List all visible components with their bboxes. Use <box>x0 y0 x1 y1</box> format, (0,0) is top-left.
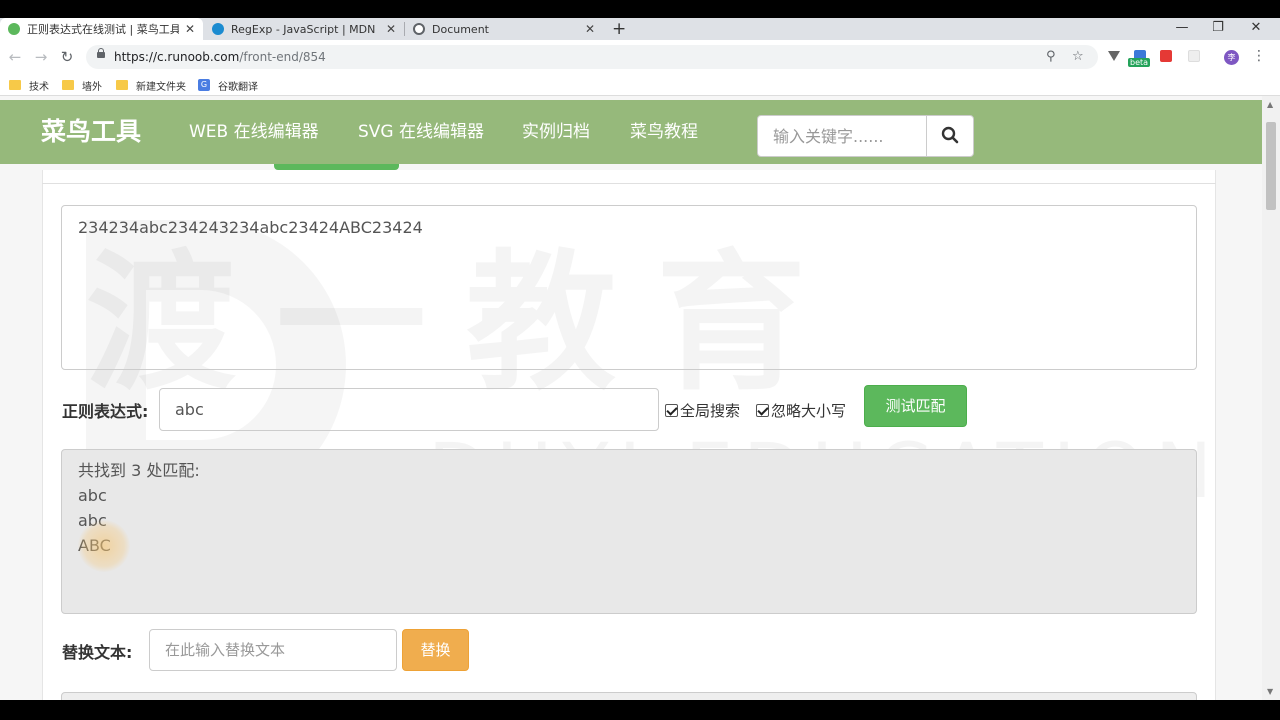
replace-input[interactable] <box>149 629 397 671</box>
result-match: abc <box>78 486 107 505</box>
bookmark-label: 新建文件夹 <box>136 81 186 93</box>
avatar[interactable]: 李 <box>1224 50 1239 65</box>
tab-strip: 正则表达式在线测试 | 菜鸟工具 ✕ RegExp - JavaScript |… <box>0 18 1280 40</box>
bookmark-google-translate[interactable]: G 谷歌翻译 <box>198 78 258 93</box>
site-header: 菜鸟工具 WEB 在线编辑器 SVG 在线编辑器 实例归档 菜鸟教程 <box>0 100 1262 164</box>
scroll-up-icon[interactable]: ▲ <box>1267 100 1273 109</box>
bookmark-folder-tech[interactable]: 技术 <box>9 78 49 93</box>
bookmark-label: 技术 <box>29 81 49 93</box>
url-path: /front-end/854 <box>239 50 326 64</box>
checkbox-label: 忽略大小写 <box>771 402 847 420</box>
panel-divider <box>42 183 1216 184</box>
address-bar[interactable]: https://c.runoob.com/front-end/854 ⚲ ☆ <box>86 45 1098 69</box>
menu-kebab-icon[interactable]: ⋮ <box>1252 48 1266 64</box>
screen-bottom-edge <box>0 700 1280 720</box>
test-match-button[interactable]: 测试匹配 <box>864 385 967 427</box>
search-input[interactable] <box>758 116 926 156</box>
regex-input[interactable] <box>159 388 659 431</box>
tab-label: 正则表达式在线测试 | 菜鸟工具 <box>27 23 179 36</box>
tab-document[interactable]: Document ✕ <box>405 18 603 40</box>
bookmark-star-icon[interactable]: ☆ <box>1072 49 1084 64</box>
runoob-favicon-icon <box>8 23 20 35</box>
nav-svg-editor[interactable]: SVG 在线编辑器 <box>358 100 484 164</box>
replace-button[interactable]: 替换 <box>402 629 469 671</box>
url-host: https://c.runoob.com <box>114 50 240 64</box>
google-translate-icon: G <box>198 79 210 91</box>
beta-badge: beta <box>1128 58 1151 67</box>
zoom-icon[interactable]: ⚲ <box>1046 49 1056 64</box>
folder-icon <box>62 80 74 90</box>
browser-toolbar: ← → ↻ https://c.runoob.com/front-end/854… <box>0 40 1280 74</box>
extension-blank-icon[interactable] <box>1188 50 1200 62</box>
tab-label: Document <box>432 22 489 36</box>
back-arrow-icon[interactable]: ← <box>4 46 26 68</box>
ignore-case-checkbox[interactable]: 忽略大小写 <box>756 400 846 421</box>
close-icon[interactable]: ✕ <box>386 22 396 36</box>
nav-examples[interactable]: 实例归档 <box>522 100 590 164</box>
close-window-button[interactable]: ✕ <box>1238 18 1274 40</box>
tab-label: RegExp - JavaScript | MDN <box>231 22 376 36</box>
tab-mdn-regexp[interactable]: RegExp - JavaScript | MDN ✕ <box>204 18 404 40</box>
page-viewport: 渡一教育 DUYI EDUCATION 正则表达式: 全局搜索 忽略大小写 测试… <box>0 96 1262 700</box>
new-tab-button[interactable]: + <box>612 18 626 40</box>
lock-icon <box>97 48 105 58</box>
checkbox-label: 全局搜索 <box>680 402 741 420</box>
match-result-area[interactable]: 共找到 3 处匹配: abc abc ABC <box>61 449 1197 614</box>
forward-arrow-icon[interactable]: → <box>30 46 52 68</box>
scroll-down-icon[interactable]: ▼ <box>1267 687 1273 696</box>
url-text[interactable]: https://c.runoob.com/front-end/854 <box>114 45 326 69</box>
page-scrollbar[interactable]: ▲ ▼ <box>1262 96 1280 700</box>
close-icon[interactable]: ✕ <box>585 22 595 36</box>
search-button[interactable] <box>926 116 973 156</box>
minimize-button[interactable]: — <box>1164 18 1200 40</box>
checkbox-checked-icon[interactable] <box>665 404 678 417</box>
site-search <box>757 115 974 157</box>
reload-icon[interactable]: ↻ <box>56 46 78 68</box>
bookmark-folder-wall[interactable]: 墙外 <box>62 78 102 93</box>
bookmark-folder-new[interactable]: 新建文件夹 <box>116 78 186 93</box>
folder-icon <box>116 80 128 90</box>
global-search-checkbox[interactable]: 全局搜索 <box>665 400 740 421</box>
mdn-favicon-icon <box>212 23 224 35</box>
nav-tutorials[interactable]: 菜鸟教程 <box>630 100 698 164</box>
scroll-thumb[interactable] <box>1266 122 1276 210</box>
regex-label: 正则表达式: <box>62 402 149 421</box>
tab-regex-tester[interactable]: 正则表达式在线测试 | 菜鸟工具 ✕ <box>0 18 203 40</box>
bookmark-label: 墙外 <box>82 81 102 93</box>
result-match: ABC <box>78 536 111 555</box>
bookmark-label: 谷歌翻译 <box>218 81 258 93</box>
replace-label: 替换文本: <box>62 643 133 662</box>
maximize-button[interactable]: ❐ <box>1200 18 1236 40</box>
result-match: abc <box>78 511 107 530</box>
result-summary: 共找到 3 处匹配: <box>78 461 200 480</box>
folder-icon <box>9 80 21 90</box>
site-logo[interactable]: 菜鸟工具 <box>41 100 141 164</box>
active-tab-indicator[interactable] <box>274 164 399 170</box>
checkbox-checked-icon[interactable] <box>756 404 769 417</box>
extension-red-icon[interactable] <box>1160 50 1172 62</box>
vue-devtools-icon[interactable] <box>1108 51 1120 61</box>
source-text-area[interactable] <box>61 205 1197 370</box>
bookmarks-bar: 技术 墙外 新建文件夹 G 谷歌翻译 <box>0 74 1280 96</box>
globe-icon <box>413 23 425 35</box>
search-icon <box>941 126 959 144</box>
close-icon[interactable]: ✕ <box>185 22 195 36</box>
nav-web-editor[interactable]: WEB 在线编辑器 <box>189 100 319 164</box>
replace-result-area[interactable] <box>61 692 1197 700</box>
